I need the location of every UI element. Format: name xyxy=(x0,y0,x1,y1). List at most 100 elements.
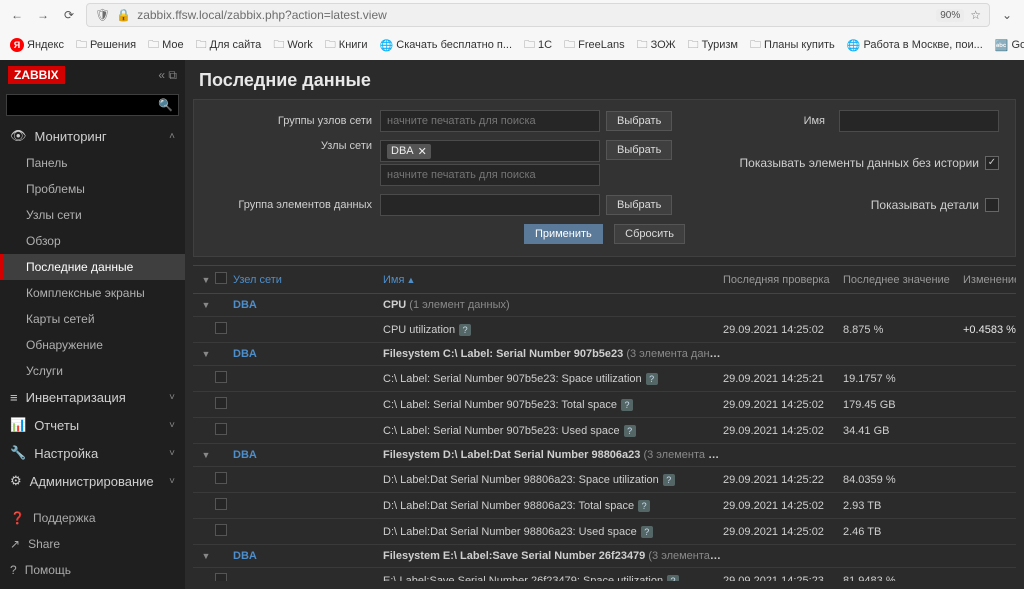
apply-button[interactable]: Применить xyxy=(524,224,603,244)
sidebar-collapse-icon[interactable]: « ⧉ xyxy=(158,68,177,83)
input-name[interactable] xyxy=(839,110,999,132)
bookmark-item[interactable]: ЯЯндекс xyxy=(6,38,68,52)
item-name[interactable]: CPU utilization? xyxy=(383,324,723,336)
footer-link[interactable]: ?Помощь xyxy=(0,557,185,583)
nav-section[interactable]: ≡Инвентаризация˅ xyxy=(0,384,185,411)
row-checkbox[interactable] xyxy=(215,397,227,409)
host-tag[interactable]: DBA ✕ xyxy=(387,144,431,159)
item-name[interactable]: D:\ Label:Dat Serial Number 98806a23: Us… xyxy=(383,526,723,538)
bookmark-item[interactable]: 🗀Work xyxy=(269,36,316,55)
bookmark-item[interactable]: 🗀Решения xyxy=(72,36,140,55)
select-all-checkbox[interactable] xyxy=(215,272,227,284)
bookmark-item[interactable]: 🗀Туризм xyxy=(684,36,742,55)
select-hostgroups-button[interactable]: Выбрать xyxy=(606,111,672,131)
item-name[interactable]: C:\ Label: Serial Number 907b5e23: Total… xyxy=(383,399,723,411)
bookmark-item[interactable]: 🗀ЗОЖ xyxy=(633,36,680,55)
col-name[interactable]: Имя▲ xyxy=(383,274,723,286)
col-host[interactable]: Узел сети xyxy=(233,274,383,286)
help-icon[interactable]: ? xyxy=(624,425,636,437)
help-icon[interactable]: ? xyxy=(667,575,679,582)
col-last-check[interactable]: Последняя проверка xyxy=(723,274,843,286)
bookmark-item[interactable]: 🗀Мое xyxy=(144,36,188,55)
zoom-badge[interactable]: 90% xyxy=(936,9,964,22)
input-hosts-more[interactable] xyxy=(380,164,600,186)
input-hostgroups[interactable] xyxy=(380,110,600,132)
row-checkbox[interactable] xyxy=(215,371,227,383)
expand-all-toggle[interactable]: ▼ xyxy=(197,275,215,285)
name-text[interactable] xyxy=(846,115,992,127)
bookmark-item[interactable]: 🗀FreeLans xyxy=(560,36,628,55)
nav-item[interactable]: Проблемы xyxy=(0,176,185,202)
bookmark-item[interactable]: 🗀Книги xyxy=(321,36,372,55)
group-expander[interactable]: ▼ xyxy=(197,450,215,460)
select-application-button[interactable]: Выбрать xyxy=(606,195,672,215)
nav-section[interactable]: ⚙Администрирование˅ xyxy=(0,467,185,495)
group-expander[interactable]: ▼ xyxy=(197,300,215,310)
search-icon[interactable]: 🔍 xyxy=(158,98,173,112)
help-icon[interactable]: ? xyxy=(641,526,653,538)
row-checkbox[interactable] xyxy=(215,573,227,581)
item-name[interactable]: C:\ Label: Serial Number 907b5e23: Space… xyxy=(383,373,723,385)
bookmark-item[interactable]: 🗀Для сайта xyxy=(192,36,266,55)
nav-item[interactable]: Последние данные xyxy=(0,254,185,280)
item-last-value: 19.1757 % xyxy=(843,373,963,385)
item-name[interactable]: D:\ Label:Dat Serial Number 98806a23: To… xyxy=(383,500,723,512)
item-name[interactable]: E:\ Label:Save Serial Number 26f23479: S… xyxy=(383,575,723,582)
reset-button[interactable]: Сбросить xyxy=(614,224,685,244)
nav-item[interactable]: Узлы сети xyxy=(0,202,185,228)
back-button[interactable]: ← xyxy=(8,6,26,24)
group-expander[interactable]: ▼ xyxy=(197,551,215,561)
group-expander[interactable]: ▼ xyxy=(197,349,215,359)
star-icon[interactable]: ☆ xyxy=(970,8,981,22)
select-hosts-button[interactable]: Выбрать xyxy=(606,140,672,160)
nav-item[interactable]: Панель xyxy=(0,150,185,176)
host-link[interactable]: DBA xyxy=(233,348,257,360)
col-last-value[interactable]: Последнее значение xyxy=(843,274,963,286)
hosts-text[interactable] xyxy=(387,169,593,181)
footer-link[interactable]: ↗Share xyxy=(0,531,185,557)
row-checkbox[interactable] xyxy=(215,322,227,334)
row-checkbox[interactable] xyxy=(215,498,227,510)
nav-section[interactable]: 👁Мониторинг˄ xyxy=(0,122,185,150)
col-change[interactable]: Изменение xyxy=(963,274,1016,286)
bookmark-item[interactable]: 🌐Скачать бесплатно п... xyxy=(376,39,516,52)
help-icon[interactable]: ? xyxy=(459,324,471,336)
sidebar-search-input[interactable] xyxy=(6,94,179,116)
nav-item[interactable]: Обнаружение xyxy=(0,332,185,358)
item-name[interactable]: C:\ Label: Serial Number 907b5e23: Used … xyxy=(383,425,723,437)
checkbox-show-wo-data[interactable] xyxy=(985,156,999,170)
bookmark-item[interactable]: 🔤Google Перевод xyxy=(991,39,1024,52)
help-icon[interactable]: ? xyxy=(621,399,633,411)
input-hosts[interactable]: DBA ✕ xyxy=(380,140,600,162)
row-checkbox[interactable] xyxy=(215,472,227,484)
row-checkbox[interactable] xyxy=(215,423,227,435)
logo[interactable]: ZABBIX xyxy=(8,66,65,84)
application-text[interactable] xyxy=(387,199,593,211)
bookmark-item[interactable]: 🗀1C xyxy=(520,36,556,55)
nav-section[interactable]: 🔧Настройка˅ xyxy=(0,439,185,467)
item-name[interactable]: D:\ Label:Dat Serial Number 98806a23: Sp… xyxy=(383,474,723,486)
nav-item[interactable]: Услуги xyxy=(0,358,185,384)
host-link[interactable]: DBA xyxy=(233,299,257,311)
url-bar[interactable]: 🛡 🔒 zabbix.ffsw.local/zabbix.php?action=… xyxy=(86,3,990,27)
footer-link[interactable]: ❓Поддержка xyxy=(0,505,185,531)
host-link[interactable]: DBA xyxy=(233,449,257,461)
nav-item[interactable]: Обзор xyxy=(0,228,185,254)
reload-button[interactable]: ⟳ xyxy=(60,6,78,24)
help-icon[interactable]: ? xyxy=(638,500,650,512)
forward-button[interactable]: → xyxy=(34,6,52,24)
checkbox-show-details[interactable] xyxy=(985,198,999,212)
pocket-icon[interactable]: ⌄ xyxy=(998,6,1016,24)
bookmark-item[interactable]: 🌐Работа в Москве, пои... xyxy=(843,39,987,52)
help-icon[interactable]: ? xyxy=(663,474,675,486)
bookmark-item[interactable]: 🗀Планы купить xyxy=(746,36,839,55)
row-checkbox[interactable] xyxy=(215,524,227,536)
input-application[interactable] xyxy=(380,194,600,216)
nav-section[interactable]: 📊Отчеты˅ xyxy=(0,411,185,439)
host-link[interactable]: DBA xyxy=(233,550,257,562)
nav-item[interactable]: Карты сетей xyxy=(0,306,185,332)
remove-host-tag-icon[interactable]: ✕ xyxy=(418,145,427,158)
nav-item[interactable]: Комплексные экраны xyxy=(0,280,185,306)
help-icon[interactable]: ? xyxy=(646,373,658,385)
hostgroups-text[interactable] xyxy=(387,115,593,127)
